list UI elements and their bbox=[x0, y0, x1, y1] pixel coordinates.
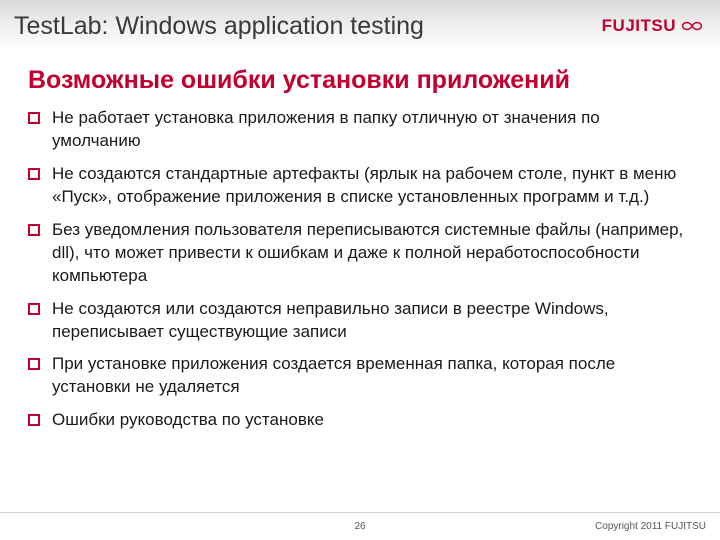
copyright-text: Copyright 2011 FUJITSU bbox=[595, 521, 706, 532]
header-title: TestLab: Windows application testing bbox=[14, 12, 424, 41]
infinity-icon bbox=[682, 19, 702, 33]
square-bullet-icon bbox=[28, 112, 40, 124]
list-item: Без уведомления пользователя переписываю… bbox=[28, 219, 692, 288]
square-bullet-icon bbox=[28, 168, 40, 180]
list-item: При установке приложения создается време… bbox=[28, 353, 692, 399]
bullet-text: Не создаются стандартные артефакты (ярлы… bbox=[52, 163, 692, 209]
bullet-text: Не работает установка приложения в папку… bbox=[52, 107, 692, 153]
slide-footer: 26 Copyright 2011 FUJITSU bbox=[0, 512, 720, 540]
list-item: Не создаются стандартные артефакты (ярлы… bbox=[28, 163, 692, 209]
bullet-text: Без уведомления пользователя переписываю… bbox=[52, 219, 692, 288]
list-item: Не работает установка приложения в папку… bbox=[28, 107, 692, 153]
list-item: Не создаются или создаются неправильно з… bbox=[28, 298, 692, 344]
section-title: Возможные ошибки установки приложений bbox=[28, 66, 692, 95]
bullet-text: Ошибки руководства по установке bbox=[52, 409, 324, 432]
slide: TestLab: Windows application testing FUJ… bbox=[0, 0, 720, 540]
list-item: Ошибки руководства по установке bbox=[28, 409, 692, 432]
bullet-list: Не работает установка приложения в папку… bbox=[28, 107, 692, 432]
bullet-text: Не создаются или создаются неправильно з… bbox=[52, 298, 692, 344]
square-bullet-icon bbox=[28, 303, 40, 315]
page-number: 26 bbox=[354, 521, 365, 532]
slide-header: TestLab: Windows application testing FUJ… bbox=[0, 0, 720, 52]
square-bullet-icon bbox=[28, 224, 40, 236]
square-bullet-icon bbox=[28, 414, 40, 426]
logo-text: FUJITSU bbox=[602, 16, 676, 36]
slide-content: Возможные ошибки установки приложений Не… bbox=[0, 52, 720, 512]
fujitsu-logo: FUJITSU bbox=[602, 16, 702, 36]
square-bullet-icon bbox=[28, 358, 40, 370]
bullet-text: При установке приложения создается време… bbox=[52, 353, 692, 399]
